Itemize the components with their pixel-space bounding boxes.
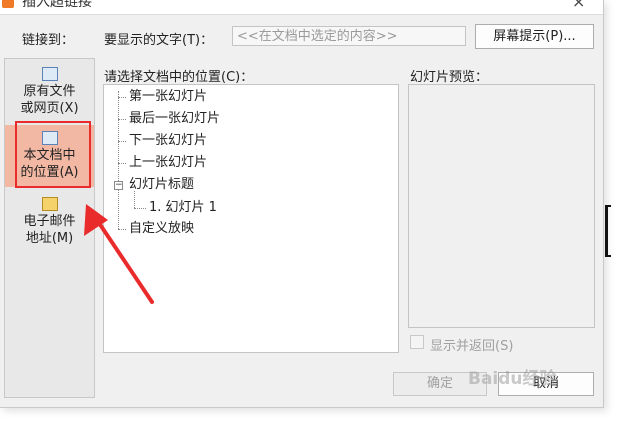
collapse-icon[interactable]: − [114,181,123,190]
sidebar-item-label: 原有文件 [23,84,76,99]
document-location-tree[interactable]: 第一张幻灯片 最后一张幻灯片 下一张幻灯片 上一张幻灯片 − 幻灯片标题 1. … [103,84,399,353]
sidebar-item-existing-file[interactable]: 原有文件 或网页(X) [5,67,94,125]
tree-connector [118,229,126,230]
tree-connector [118,141,126,142]
tree-item-slide-1[interactable]: 1. 幻灯片 1 [149,200,217,216]
sidebar-item-label: 电子邮件 [23,214,76,229]
annotation-highlight-box [15,121,91,188]
preview-label: 幻灯片预览： [410,70,489,85]
tree-connector [134,191,135,208]
display-text-input[interactable]: <<在文档中选定的内容>> [232,26,466,46]
watermark: Baidu经验 [468,369,557,389]
slide-preview [408,84,595,328]
background-bracket-shape [605,205,611,257]
sidebar-item-label: 或网页(X) [20,101,79,116]
link-to-sidebar: 原有文件 或网页(X) 本文档中 的位置(A) 电子邮件 地址(M) [4,58,95,398]
display-text-label: 要显示的文字(T)： [104,33,214,48]
insert-hyperlink-dialog: 插入超链接 × 链接到： 要显示的文字(T)： <<在文档中选定的内容>> 屏幕… [0,0,604,408]
web-page-icon [41,67,58,81]
close-icon[interactable]: × [572,0,585,11]
tree-item-slide-titles[interactable]: 幻灯片标题 [129,177,194,193]
tree-item-first-slide[interactable]: 第一张幻灯片 [129,89,207,105]
tree-connector [118,97,126,98]
link-to-label: 链接到： [22,33,75,48]
tree-connector [134,208,146,209]
title-bar: 插入超链接 × [0,0,603,15]
tree-item-last-slide[interactable]: 最后一张幻灯片 [129,111,220,127]
app-logo-icon [2,0,14,8]
tree-connector [118,91,119,229]
email-icon [41,197,58,211]
tree-item-next-slide[interactable]: 下一张幻灯片 [129,133,207,149]
screentip-button[interactable]: 屏幕提示(P)... [475,24,594,49]
tree-label: 请选择文档中的位置(C)： [104,70,254,85]
show-and-return-label: 显示并返回(S) [430,339,514,354]
tree-connector [118,163,126,164]
tree-item-previous-slide[interactable]: 上一张幻灯片 [129,155,207,171]
window-title: 插入超链接 [22,0,92,10]
tree-item-custom-show[interactable]: 自定义放映 [129,221,194,237]
sidebar-item-label: 地址(M) [25,231,74,246]
sidebar-item-email-address[interactable]: 电子邮件 地址(M) [5,197,94,251]
tree-connector [118,119,126,120]
show-and-return-checkbox[interactable] [410,335,424,349]
